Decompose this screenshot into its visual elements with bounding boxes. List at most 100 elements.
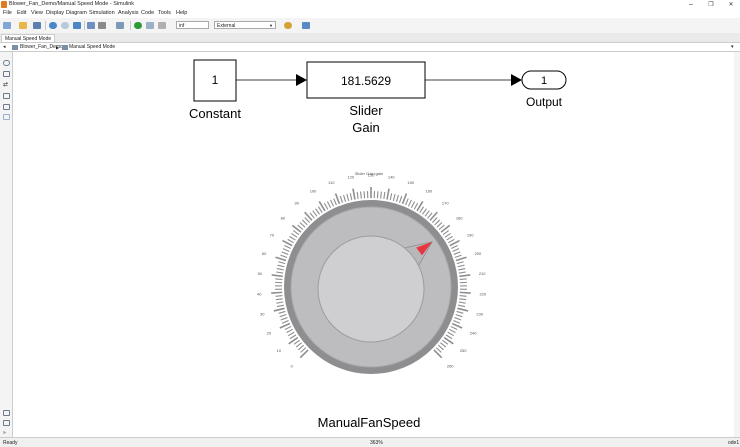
knob-minor-tick — [459, 295, 467, 297]
model-canvas[interactable]: 1 Constant 181.5629 Slider Gain 1 Output… — [13, 52, 739, 437]
close-button[interactable]: ✕ — [724, 0, 738, 10]
toggle-icon[interactable]: » — [3, 430, 10, 436]
knob-minor-tick — [309, 212, 315, 219]
back-icon[interactable] — [49, 22, 57, 29]
knob-minor-tick — [442, 339, 449, 345]
knob-minor-tick — [293, 339, 300, 345]
output-port-block[interactable]: 1 — [521, 70, 567, 90]
knob-minor-tick — [284, 245, 291, 250]
slider-gain-block[interactable]: 181.5629 — [306, 61, 426, 99]
knob-minor-tick — [456, 310, 464, 314]
knob-minor-tick — [279, 313, 287, 318]
knob-minor-tick — [275, 298, 283, 301]
menu-analysis[interactable]: Analysis — [118, 10, 138, 16]
constant-label: Constant — [189, 106, 241, 121]
knob-minor-tick — [450, 325, 458, 331]
knob-minor-tick — [317, 206, 323, 213]
maximize-button[interactable]: ❐ — [704, 0, 718, 10]
properties-icon[interactable] — [3, 420, 10, 426]
knob-minor-tick — [330, 199, 334, 207]
scope-icon[interactable] — [302, 22, 310, 29]
tab-strip: Manual Speed Mode — [0, 33, 740, 43]
arrow-icon[interactable]: ⇄ — [3, 82, 10, 88]
fit-view-icon[interactable] — [3, 71, 10, 77]
knob-tick-label: 200 — [475, 251, 482, 256]
knob-tick-label: 30 — [260, 311, 265, 316]
chevron-down-icon: ▼ — [269, 23, 273, 28]
zoom-level: 363% — [370, 440, 383, 446]
gain-label-line1: Slider — [349, 103, 383, 118]
knob-minor-tick — [380, 191, 382, 199]
knob-major-tick — [386, 188, 390, 200]
knob-minor-tick — [312, 210, 318, 217]
run-icon[interactable] — [134, 22, 142, 29]
knob-minor-tick — [392, 193, 396, 201]
knob-minor-tick — [444, 232, 451, 238]
model-browser-icon[interactable] — [3, 410, 10, 416]
save-icon[interactable] — [33, 22, 41, 29]
status-bar: Ready 363% ode1 — [0, 437, 740, 447]
zoom-icon[interactable] — [3, 60, 10, 66]
knob-tick-label: 20 — [267, 330, 272, 335]
up-icon[interactable] — [73, 22, 81, 29]
knob-minor-tick — [295, 342, 302, 348]
solver-name: ode1 — [728, 440, 740, 446]
model-explorer-icon[interactable] — [116, 22, 124, 29]
knob-minor-tick — [356, 191, 359, 200]
knob-minor-tick — [449, 328, 456, 334]
knob-tick-label: 260 — [447, 364, 454, 369]
knob-major-tick — [459, 291, 471, 294]
menu-simulation[interactable]: Simulation — [89, 10, 115, 16]
knob-minor-tick — [299, 222, 306, 228]
minimize-button[interactable]: – — [684, 0, 698, 10]
title-bar: Blower_Fan_Demo/Manual Speed Mode - Simu… — [0, 0, 740, 10]
open-icon[interactable] — [19, 22, 27, 29]
knob-minor-tick — [275, 295, 283, 297]
knob-minor-tick — [445, 334, 453, 340]
knob-tick-label: 150 — [407, 180, 414, 185]
menu-file[interactable]: File — [3, 10, 12, 16]
chevron-down-icon[interactable]: ▾ — [731, 44, 734, 50]
simulation-mode-select[interactable]: External ▼ — [214, 21, 276, 29]
menu-code[interactable]: Code — [141, 10, 154, 16]
knob-minor-tick — [419, 206, 425, 213]
knob-tick-label: 210 — [479, 271, 486, 276]
image-icon[interactable] — [3, 104, 10, 110]
model-settings-icon[interactable] — [98, 22, 106, 29]
knob-minor-tick — [298, 344, 305, 351]
knob-minor-tick — [376, 191, 379, 199]
knob-minor-tick — [453, 251, 461, 255]
knob-minor-tick — [349, 193, 353, 201]
menu-edit[interactable]: Edit — [17, 10, 26, 16]
knob-minor-tick — [436, 222, 443, 228]
knob-tick-label: 10 — [277, 348, 282, 353]
annotation-icon[interactable] — [3, 93, 10, 99]
knob-minor-tick — [431, 217, 438, 223]
model-browser-toggle-icon[interactable]: ◂ — [3, 44, 6, 50]
library-browser-icon[interactable] — [87, 22, 95, 29]
menu-view[interactable]: View — [31, 10, 43, 16]
breadcrumb-current[interactable]: Manual Speed Mode — [69, 44, 115, 50]
area-icon[interactable] — [3, 114, 10, 120]
knob-minor-tick — [456, 261, 464, 265]
step-icon[interactable] — [146, 22, 154, 29]
knob-minor-tick — [458, 268, 466, 271]
knob-minor-tick — [454, 254, 462, 258]
new-model-icon[interactable] — [3, 22, 11, 29]
knob-minor-tick — [281, 320, 289, 324]
knob-tick-label: 110 — [328, 180, 335, 185]
knob-minor-tick — [405, 198, 409, 206]
menu-tools[interactable]: Tools — [158, 10, 171, 16]
build-icon[interactable] — [284, 22, 292, 29]
menu-display[interactable]: Display — [46, 10, 64, 16]
menu-diagram[interactable]: Diagram — [66, 10, 87, 16]
knob-minor-tick — [459, 278, 467, 281]
constant-block[interactable]: 1 — [193, 59, 237, 102]
knob-minor-tick — [410, 201, 416, 208]
stop-time-input[interactable]: inf — [176, 21, 209, 29]
menu-help[interactable]: Help — [176, 10, 187, 16]
stop-icon[interactable] — [158, 22, 166, 29]
forward-icon[interactable] — [61, 22, 69, 29]
knob-cap[interactable] — [317, 235, 425, 343]
knob-minor-tick — [333, 198, 337, 206]
